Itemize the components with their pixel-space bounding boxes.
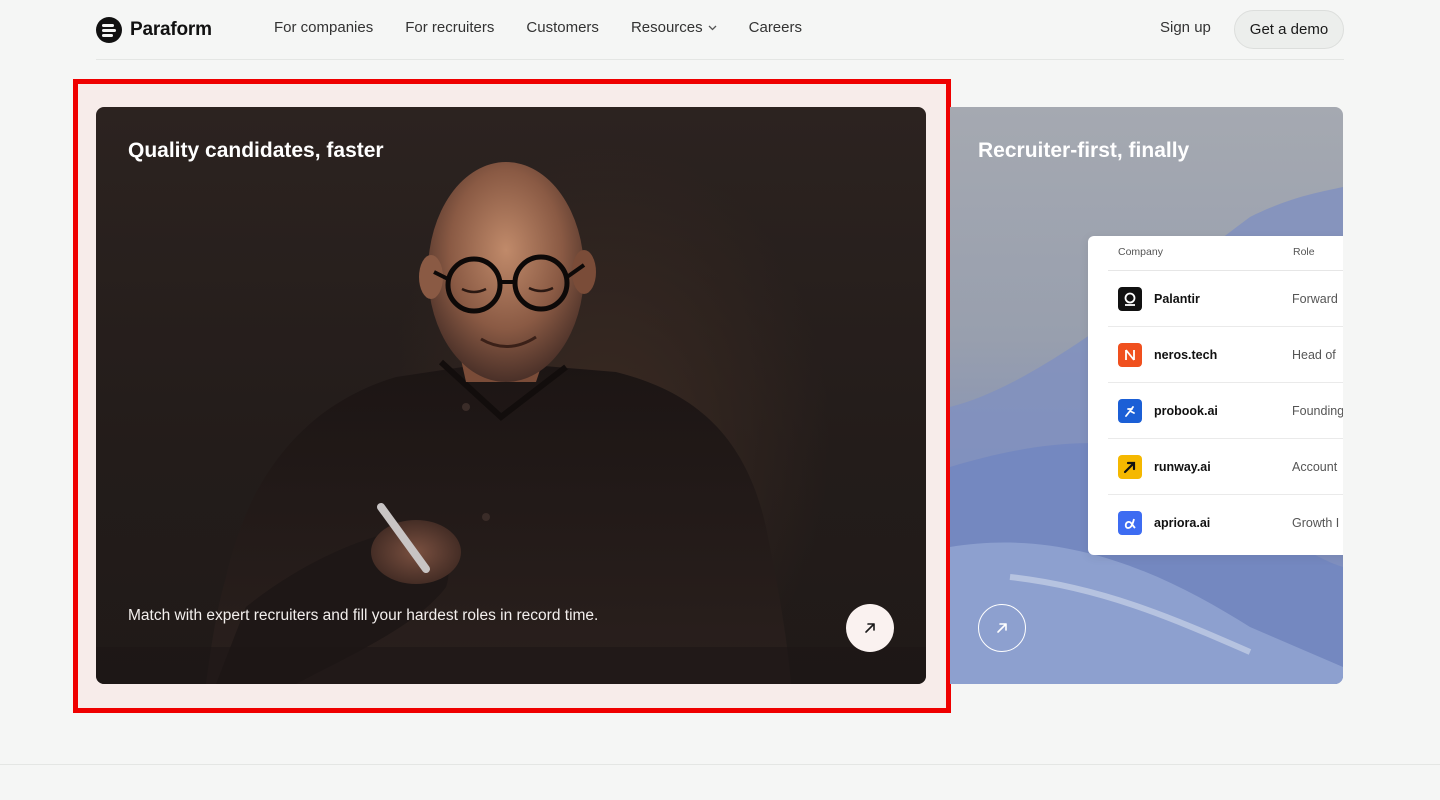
role-name: Forward — [1292, 292, 1338, 306]
palantir-icon — [1118, 287, 1142, 311]
secondary-card-title: Recruiter-first, finally — [978, 139, 1190, 162]
company-name: apriora.ai — [1154, 516, 1211, 530]
table-row: probook.ai Founding — [1108, 383, 1343, 439]
sign-up-link[interactable]: Sign up — [1160, 19, 1211, 36]
role-name: Account — [1292, 460, 1338, 474]
nav-for-recruiters[interactable]: For recruiters — [405, 19, 494, 36]
company-name: probook.ai — [1154, 404, 1218, 418]
person-writing-image — [96, 162, 926, 684]
recruiter-first-card[interactable]: Recruiter-first, finally Company Role Pa… — [950, 107, 1343, 684]
nav-resources[interactable]: Resources — [631, 19, 717, 36]
role-name: Founding — [1292, 404, 1343, 418]
brand-logo[interactable]: Paraform — [96, 17, 212, 43]
quality-candidates-card[interactable]: Quality candidates, faster Match with ex… — [96, 107, 926, 684]
nav-careers[interactable]: Careers — [749, 19, 802, 36]
main-nav: For companies For recruiters Customers R… — [274, 19, 834, 36]
paraform-logo-icon — [96, 17, 122, 43]
main-card-arrow-button[interactable] — [846, 604, 894, 652]
brand-name: Paraform — [130, 19, 212, 40]
main-card-title: Quality candidates, faster — [128, 139, 384, 162]
runway-icon — [1118, 455, 1142, 479]
table-row: apriora.ai Growth I — [1108, 495, 1343, 551]
company-name: runway.ai — [1154, 460, 1211, 474]
section-divider — [0, 764, 1440, 765]
table-row: runway.ai Account — [1108, 439, 1343, 495]
column-header-role: Role — [1293, 246, 1315, 258]
site-header: Paraform For companies For recruiters Cu… — [96, 0, 1344, 60]
role-name: Growth I — [1292, 516, 1340, 530]
secondary-card-arrow-button[interactable] — [978, 604, 1026, 652]
nav-customers[interactable]: Customers — [526, 19, 599, 36]
table-row: neros.tech Head of — [1108, 327, 1343, 383]
nav-for-companies[interactable]: For companies — [274, 19, 373, 36]
probook-icon — [1118, 399, 1142, 423]
arrow-up-right-icon — [997, 623, 1007, 633]
table-row: Palantir Forward — [1108, 271, 1343, 327]
company-name: neros.tech — [1154, 348, 1218, 362]
main-card-description: Match with expert recruiters and fill yo… — [128, 607, 599, 624]
neros-icon — [1118, 343, 1142, 367]
apriora-icon — [1118, 511, 1142, 535]
arrow-up-right-icon — [865, 623, 875, 633]
chevron-down-icon — [708, 25, 717, 30]
get-demo-button[interactable]: Get a demo — [1234, 10, 1344, 49]
column-header-company: Company — [1118, 246, 1163, 258]
role-name: Head of — [1292, 348, 1336, 362]
company-name: Palantir — [1154, 292, 1200, 306]
company-role-table: Company Role Palantir Forward neros.tech… — [1088, 236, 1343, 555]
